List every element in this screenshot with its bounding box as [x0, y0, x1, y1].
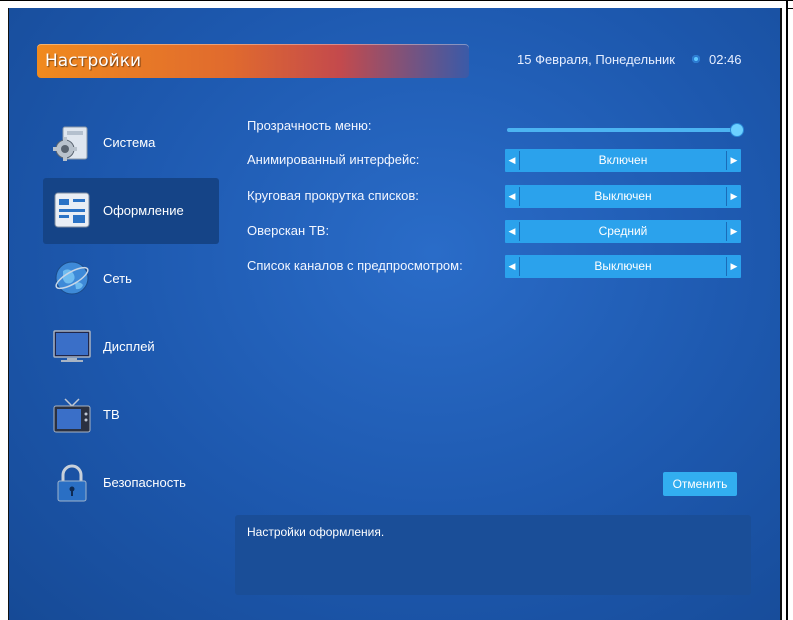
row-label: Оверскан ТВ: [247, 223, 330, 238]
date-text: 15 Февраля, Понедельник [517, 52, 675, 67]
top-rule [0, 0, 793, 1]
sidebar-item-label: Дисплей [103, 339, 155, 354]
sidebar-item-label: Сеть [103, 271, 132, 286]
overscan-selector[interactable]: ◀ Средний ▶ [505, 220, 741, 243]
right-tick [786, 8, 793, 9]
tv-icon [53, 395, 91, 433]
row-label: Круговая прокрутка списков: [247, 188, 419, 203]
arrow-left-icon[interactable]: ◀ [505, 220, 519, 243]
clock-icon [692, 55, 700, 63]
right-rule [786, 0, 788, 620]
transparency-slider[interactable] [507, 123, 744, 137]
sidebar-item-network[interactable]: Сеть [43, 246, 219, 312]
description-text: Настройки оформления. [247, 525, 385, 539]
row-label: Анимированный интерфейс: [247, 152, 420, 167]
arrow-left-icon[interactable]: ◀ [505, 149, 519, 172]
sidebar-item-tv[interactable]: ТВ [43, 382, 219, 448]
arrow-left-icon[interactable]: ◀ [505, 185, 519, 208]
arrow-left-icon[interactable]: ◀ [505, 255, 519, 278]
slider-handle[interactable] [730, 123, 744, 137]
globe-icon [53, 259, 91, 297]
arrow-right-icon[interactable]: ▶ [727, 149, 741, 172]
arrow-right-icon[interactable]: ▶ [727, 220, 741, 243]
sidebar-item-label: Система [103, 135, 156, 150]
selector-value: Включен [598, 153, 648, 167]
sidebar-item-system[interactable]: Система [43, 110, 219, 176]
monitor-icon [53, 327, 91, 365]
cancel-button[interactable]: Отменить [663, 472, 737, 496]
row-label: Список каналов с предпросмотром: [247, 258, 463, 273]
sidebar-item-display[interactable]: Дисплей [43, 314, 219, 380]
list-wrap-selector[interactable]: ◀ Выключен ▶ [505, 185, 741, 208]
animated-ui-selector[interactable]: ◀ Включен ▶ [505, 149, 741, 172]
page-title: Настройки [45, 51, 142, 71]
description-panel: Настройки оформления. [235, 515, 751, 595]
transparency-label: Прозрачность меню: [247, 118, 372, 133]
lock-icon [53, 463, 91, 502]
title-bar: Настройки [37, 44, 469, 78]
sidebar-item-label: ТВ [103, 407, 120, 422]
sidebar-item-label: Безопасность [103, 475, 186, 490]
selector-value: Выключен [594, 189, 652, 203]
gear-icon [53, 123, 91, 161]
sidebar-item-appearance[interactable]: Оформление [43, 178, 219, 244]
time-text: 02:46 [709, 52, 742, 67]
channel-preview-selector[interactable]: ◀ Выключен ▶ [505, 255, 741, 278]
settings-screen: Настройки 15 Февраля, Понедельник 02:46 … [8, 8, 782, 620]
selector-value: Выключен [594, 259, 652, 273]
layout-icon [53, 191, 91, 229]
arrow-right-icon[interactable]: ▶ [727, 255, 741, 278]
sidebar-item-label: Оформление [103, 203, 184, 218]
sidebar-item-security[interactable]: Безопасность [43, 450, 219, 516]
selector-value: Средний [598, 224, 648, 238]
arrow-right-icon[interactable]: ▶ [727, 185, 741, 208]
